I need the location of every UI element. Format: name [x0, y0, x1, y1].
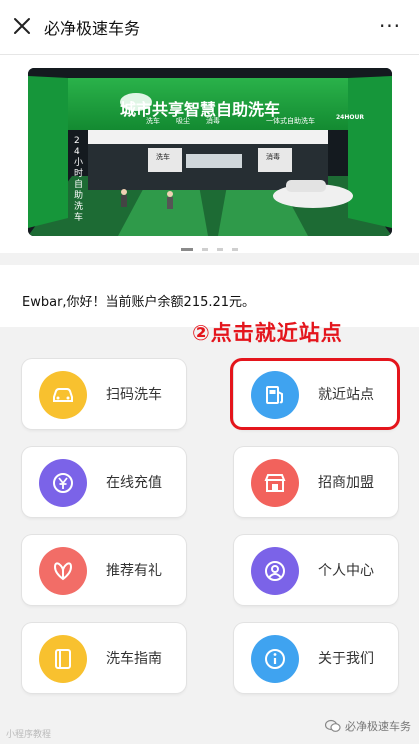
menu-label: 在线充值 [106, 475, 162, 491]
menu-label: 推荐有礼 [106, 563, 162, 579]
carousel-dot[interactable] [217, 248, 224, 251]
menu-button-scan[interactable]: 扫码洗车 [22, 359, 186, 429]
annotation-text: ②点击就近站点 [192, 321, 343, 345]
menu-button-franchise[interactable]: 招商加盟 [234, 447, 398, 517]
banner-booth-label: 洗车 [156, 153, 170, 161]
user-icon [251, 547, 299, 595]
carousel-indicator [0, 239, 419, 258]
menu-button-referral[interactable]: 推荐有礼 [22, 535, 186, 605]
gift-icon [39, 547, 87, 595]
watermark-right: 必净极速车务 [324, 718, 411, 736]
watermark-left: 小程序教程 [6, 730, 52, 740]
yuan-coin-icon [39, 459, 87, 507]
banner-headline: 城市共享智慧自助洗车 [120, 100, 281, 119]
annotation-highlight-box [230, 358, 400, 430]
banner-badge: 24HOUR [336, 114, 364, 121]
menu-label: 洗车指南 [106, 651, 162, 667]
more-menu-button[interactable]: ··· [375, 12, 405, 40]
carousel-dot[interactable] [201, 248, 208, 251]
info-icon [251, 635, 299, 683]
carousel-dot[interactable] [180, 248, 193, 251]
guide-book-icon [39, 635, 87, 683]
menu-button-guide[interactable]: 洗车指南 [22, 623, 186, 693]
car-icon [39, 371, 87, 419]
watermark-right-text: 必净极速车务 [345, 720, 411, 733]
banner-booth-label: 消毒 [266, 153, 280, 161]
close-icon[interactable] [12, 16, 32, 36]
wechat-icon [324, 719, 341, 736]
banner-sub-item: 吸尘 [176, 117, 190, 125]
menu-label: 关于我们 [318, 651, 374, 667]
banner-sub-item: 洗车 [146, 117, 160, 125]
top-bar: 必净极速车务 ··· [0, 0, 419, 55]
menu-button-recharge[interactable]: 在线充值 [22, 447, 186, 517]
menu-label: 个人中心 [318, 563, 374, 579]
menu-label: 扫码洗车 [106, 387, 162, 403]
menu-button-about[interactable]: 关于我们 [234, 623, 398, 693]
banner-carousel[interactable]: 城市共享智慧自助洗车 洗车 吸尘 消毒 一体式自助洗车 24HOUR 24小时自… [28, 68, 392, 236]
page-title: 必净极速车务 [44, 19, 141, 38]
storefront-icon [251, 459, 299, 507]
balance-text: Ewbar,你好！当前账户余额215.21元。 [22, 295, 256, 310]
menu-button-profile[interactable]: 个人中心 [234, 535, 398, 605]
menu-label: 招商加盟 [318, 475, 374, 491]
carousel-dot[interactable] [232, 248, 239, 251]
banner-side-text: 24小时自助洗车 [74, 136, 84, 223]
banner-sub-item: 一体式自助洗车 [266, 117, 315, 125]
banner-sub-item: 消毒 [206, 117, 220, 125]
banner-area: 城市共享智慧自助洗车 洗车 吸尘 消毒 一体式自助洗车 24HOUR 24小时自… [0, 55, 419, 253]
